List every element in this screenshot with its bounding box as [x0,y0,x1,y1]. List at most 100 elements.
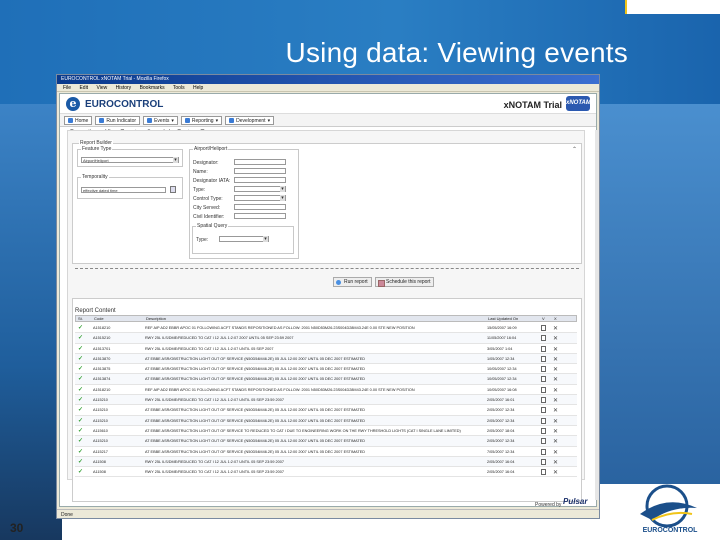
delete-icon[interactable]: ✕ [553,417,558,425]
delete-icon[interactable]: ✕ [553,355,558,363]
table-row[interactable]: ✓ A1518210 REF AIP AD2 EBBR APOC 01 FOLLOW… [75,323,577,334]
table-row[interactable]: ✓ A1513701 RWY 25L ILS/DME/REDUCED TO CAT … [75,344,577,354]
delete-icon[interactable]: ✕ [553,375,558,383]
nav-development[interactable]: Development ▾ [225,116,275,125]
table-row[interactable]: ✓ A1515210 RWY 25L ILS/DME/REDUCED TO CAT … [75,333,577,344]
view-icon[interactable] [541,407,546,414]
menu-help[interactable]: Help [193,85,203,91]
table-row[interactable]: ✓ A11508 RWY 25L ILS/DME/REDUCED TO CAT I … [75,467,577,478]
row-description: AT EBBE ASR/OBSTRUCTION LIGHT OUT OF SER… [145,439,366,444]
row-date: 10/05/2007 16:08 [487,387,517,392]
feature-type-select[interactable]: AirportHeliport [81,157,179,163]
schedule-report-button[interactable]: Schedule this report [375,277,435,287]
civil-input[interactable] [234,213,286,219]
table-row[interactable]: ✓ A115210 AT EBBE ASR/OBSTRUCTION LIGHT OU… [75,436,577,447]
delete-icon[interactable]: ✕ [553,437,558,445]
nav-reporting-label: Reporting [191,117,214,124]
designator-input[interactable] [234,159,286,165]
menu-tools[interactable]: Tools [173,85,185,91]
row-code: A1518210 [93,326,111,330]
powered-by-label: Powered by [535,502,562,508]
delete-icon[interactable]: ✕ [553,468,558,476]
nav-events[interactable]: Events ▾ [143,116,178,125]
nav-events-label: Events [154,117,170,124]
delete-icon[interactable]: ✕ [553,386,558,394]
nav-home[interactable]: Home [64,116,93,125]
row-description: AT EBBE ASR/OBSTRUCTION LIGHT OUT OF SER… [145,367,366,372]
col-last-updated[interactable]: Last Updated On [488,316,518,322]
col-code[interactable]: Code [94,316,104,322]
menu-history[interactable]: History [116,85,132,91]
col-view[interactable]: V [542,316,545,322]
view-icon[interactable] [541,417,546,424]
city-input[interactable] [234,204,286,210]
menu-edit[interactable]: Edit [79,85,88,91]
spatial-legend: Spatial Query [196,223,229,229]
page-scrollbar[interactable] [595,130,599,500]
delete-icon[interactable]: ✕ [553,365,558,373]
row-description: AT EBBE ASR/OBSTRUCTION LIGHT OUT OF SER… [145,377,366,382]
view-icon[interactable] [541,366,546,373]
browser-window: EUROCONTROL xNOTAM Trial - Mozilla Firef… [56,74,600,519]
delete-icon[interactable]: ✕ [553,334,558,342]
temporality-input[interactable]: effective dated time [81,187,166,193]
view-icon[interactable] [541,397,546,404]
table-row[interactable]: ✓ A115210 AT EBBE ASR/OBSTRUCTION LIGHT OU… [75,415,577,426]
table-row[interactable]: ✓ A1513874 AT EBBE ASR/OBSTRUCTION LIGHT O… [75,374,577,385]
delete-icon[interactable]: ✕ [553,345,558,353]
right-decor-band [600,104,720,484]
delete-icon[interactable]: ✕ [553,396,558,404]
delete-icon[interactable]: ✕ [553,448,558,456]
table-row[interactable]: ✓ A1513875 AT EBBE ASR/OBSTRUCTION LIGHT O… [75,364,577,375]
view-icon[interactable] [541,427,546,434]
run-report-button[interactable]: Run report [333,277,372,287]
status-check-icon: ✓ [78,469,84,476]
col-status[interactable]: St. [78,316,83,322]
name-input[interactable] [234,168,286,174]
view-icon[interactable] [541,376,546,383]
table-row[interactable]: ✓ A115610 AT EBBE ASR/OBSTRUCTION LIGHT OU… [75,426,577,437]
calendar-icon[interactable] [170,186,176,193]
status-check-icon: ✓ [78,325,84,331]
row-date: 2/05/2007 12:34 [487,439,515,444]
delete-icon[interactable]: ✕ [553,324,558,332]
table-row[interactable]: ✓ A1518210 REF AIP AD2 EBBR APOC 01 FOLLOW… [75,385,577,396]
row-description: AT EBBE ASR/OBSTRUCTION LIGHT OUT OF SER… [145,418,366,423]
view-icon[interactable] [541,438,546,445]
menu-view[interactable]: View [96,85,107,91]
table-row[interactable]: ✓ A115210 RWY 25L ILS/DME/REDUCED TO CAT I… [75,395,577,406]
view-icon[interactable] [541,458,546,465]
type-select[interactable] [234,186,286,192]
table-row[interactable]: ✓ A1513870 AT EBBE ASR/OBSTRUCTION LIGHT O… [75,353,577,365]
menu-bookmarks[interactable]: Bookmarks [140,85,165,91]
report-content-legend: Report Content [75,308,116,314]
delete-icon[interactable]: ✕ [553,427,558,435]
view-icon[interactable] [541,325,546,331]
table-row[interactable]: ✓ A11508 RWY 25L ILS/DME/REDUCED TO CAT I … [75,456,577,468]
row-description: RWY 25L ILS/DME/REDUCED TO CAT I 12 JUL … [145,459,285,464]
col-delete[interactable]: X [554,316,557,322]
nav-reporting[interactable]: Reporting ▾ [180,116,223,125]
row-code: A115210 [93,398,108,403]
delete-icon[interactable]: ✕ [553,406,558,414]
view-icon[interactable] [541,469,546,476]
table-row[interactable]: ✓ A115217 AT EBBE ASR/OBSTRUCTION LIGHT OU… [75,447,577,457]
spatial-type-select[interactable] [219,236,269,242]
temporality-fieldset: Temporality effective dated time [77,174,183,199]
nav-run-label: Run Indicator [106,117,137,124]
menu-file[interactable]: File [63,85,71,91]
col-description[interactable]: Description [146,316,166,322]
row-code: A1518210 [93,387,111,392]
view-icon[interactable] [541,386,546,393]
app-header: e EUROCONTROL xNOTAM Trial xNOTAM [60,94,596,114]
view-icon[interactable] [541,335,546,342]
view-icon[interactable] [541,345,546,352]
nav-run-indicator[interactable]: Run Indicator [95,116,141,125]
iata-input[interactable] [234,177,286,183]
view-icon[interactable] [541,448,546,455]
delete-icon[interactable]: ✕ [553,458,558,466]
table-row[interactable]: ✓ A115210 AT EBBE ASR/OBSTRUCTION LIGHT OU… [75,405,577,416]
view-icon[interactable] [541,355,546,362]
collapse-icon[interactable]: ⌃ [572,146,577,153]
control-type-select[interactable] [234,195,286,201]
